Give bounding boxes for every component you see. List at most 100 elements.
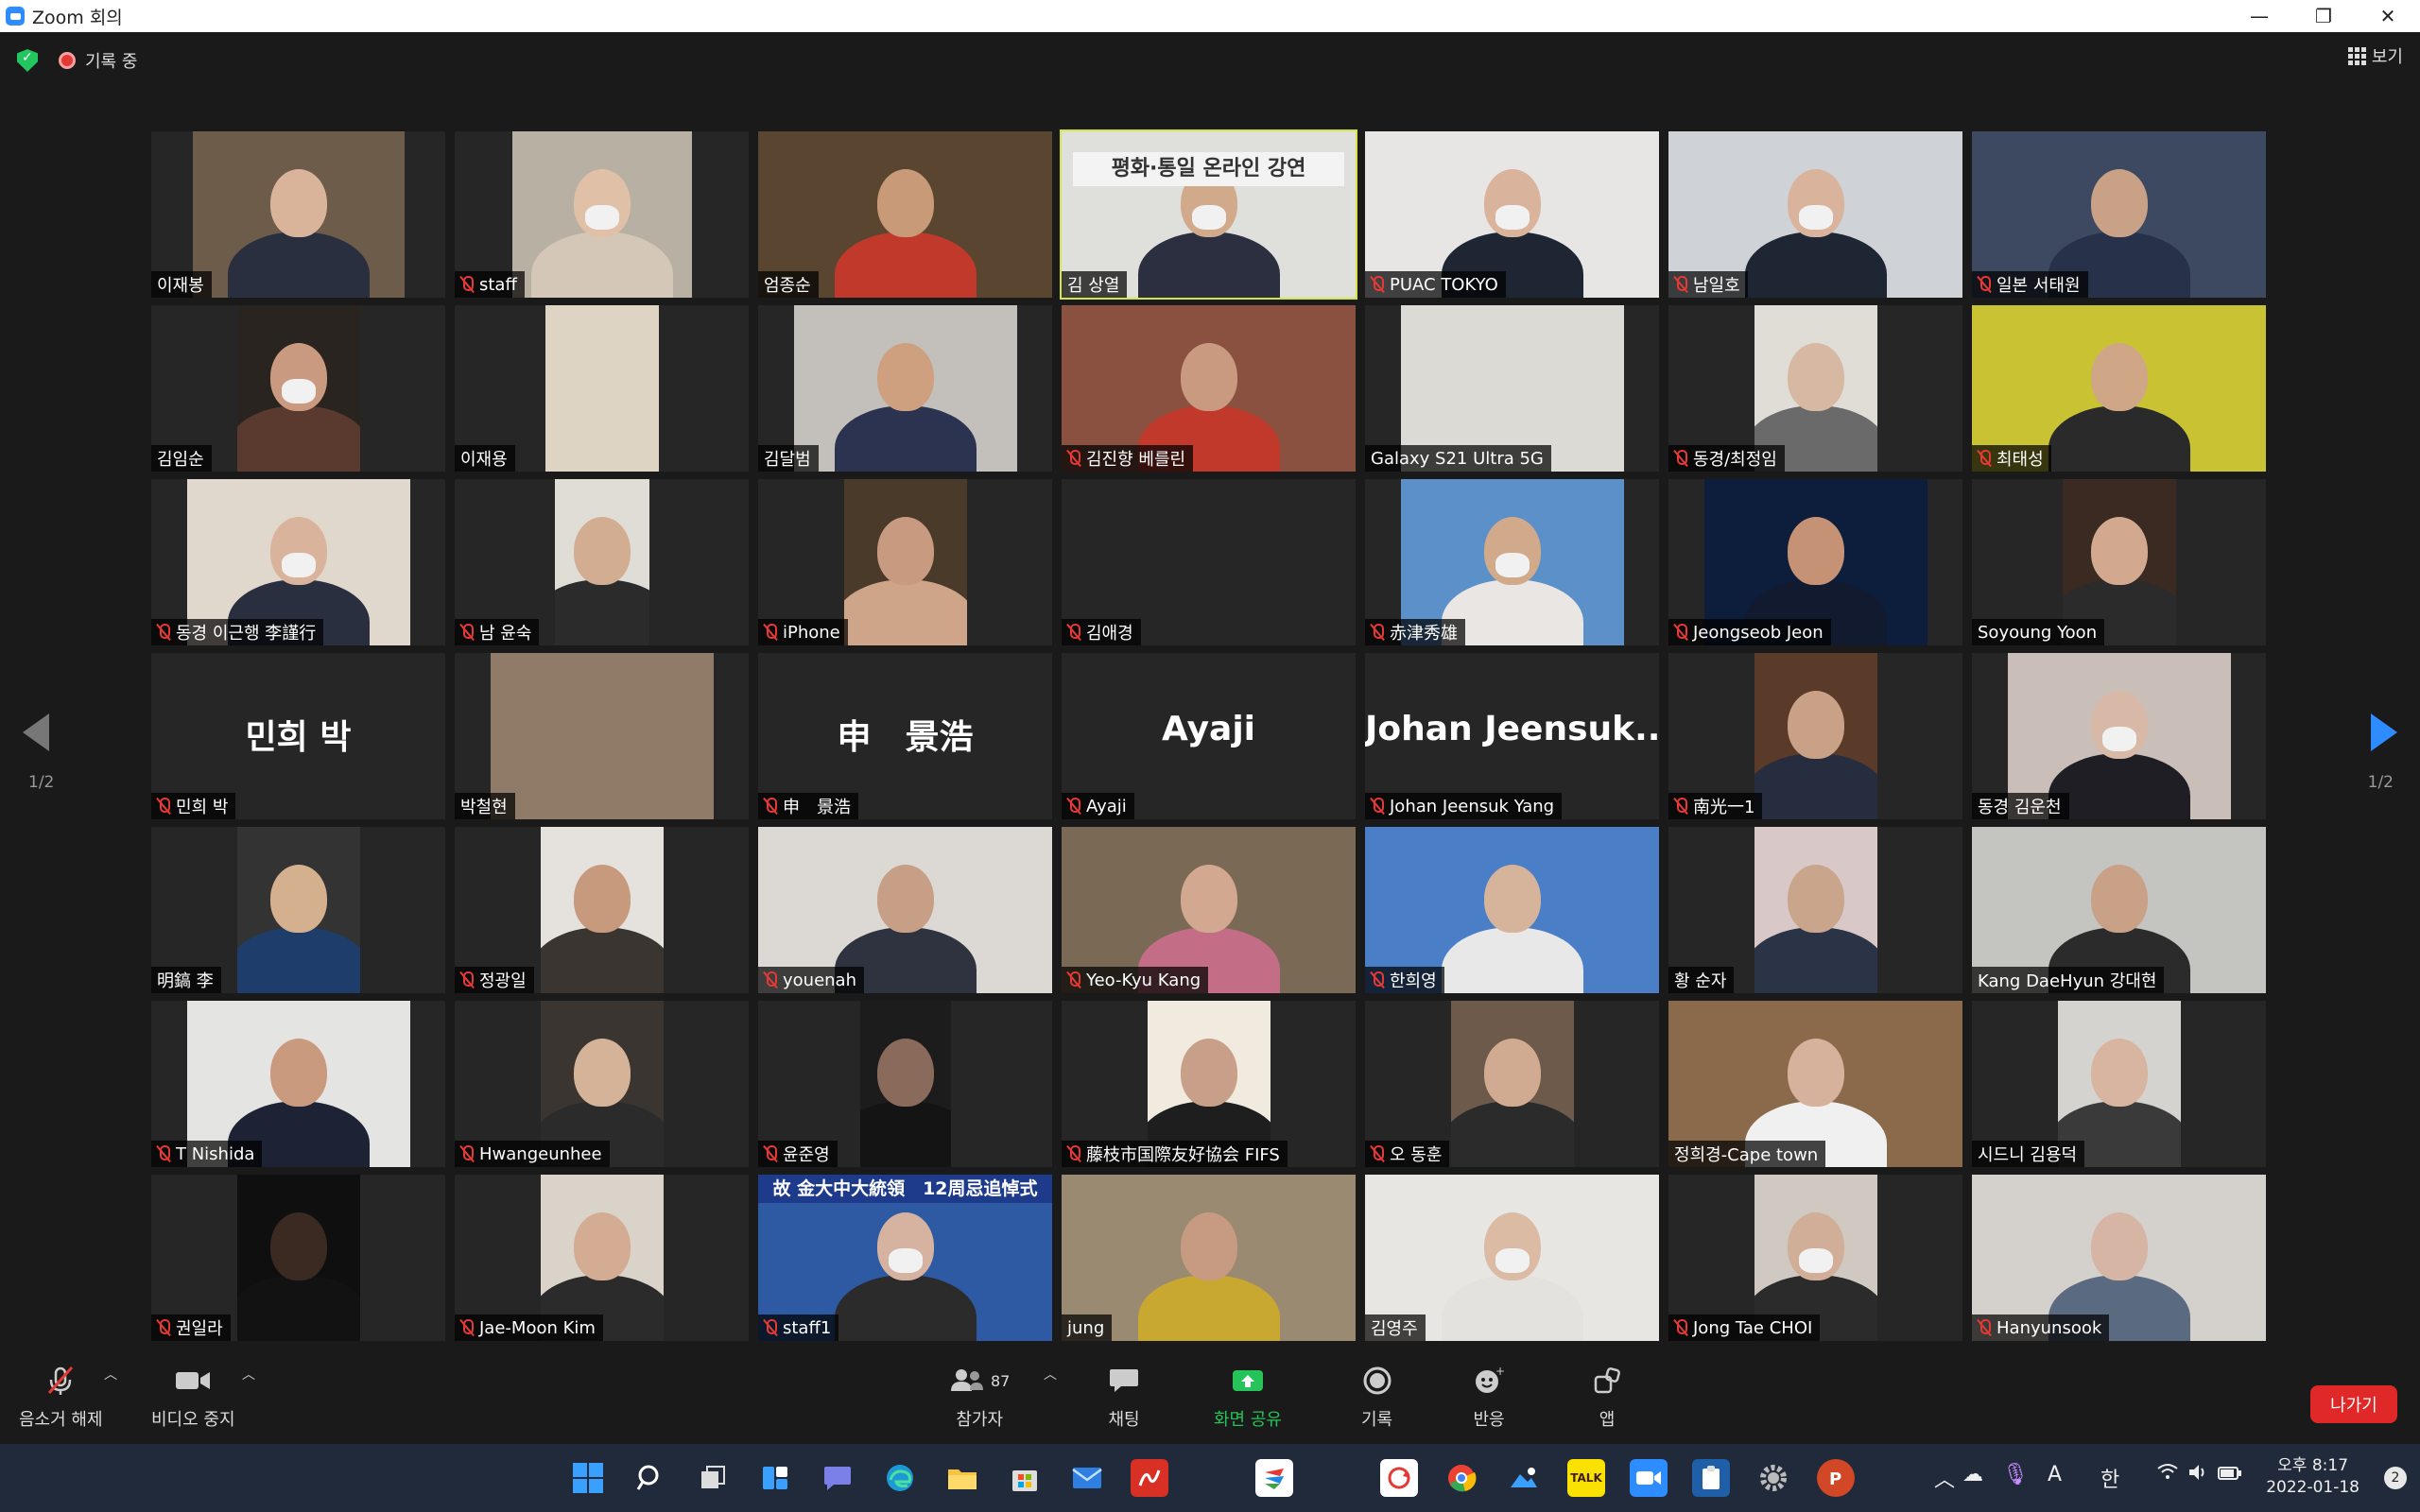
participant-tile[interactable]: jung: [1062, 1175, 1356, 1341]
participant-tile[interactable]: 평화·통일 온라인 강연 김 상열: [1060, 129, 1357, 300]
participant-tile[interactable]: Johan Jeensuk... Johan Jeensuk Yang: [1365, 653, 1659, 819]
participant-tile[interactable]: 황 순자: [1668, 827, 1962, 993]
participant-tile[interactable]: Jong Tae CHOI: [1668, 1175, 1962, 1341]
apps-button[interactable]: 앱: [1592, 1365, 1622, 1431]
chrome-icon[interactable]: [1443, 1459, 1480, 1497]
participant-tile[interactable]: 최태성: [1972, 305, 2266, 472]
system-clock[interactable]: 오후 8:17 2022-01-18: [2266, 1455, 2360, 1499]
participant-tile[interactable]: Hanyunsook: [1972, 1175, 2266, 1341]
unmute-button[interactable]: 음소거 해제: [19, 1365, 103, 1431]
participants-button[interactable]: 87 참가자: [949, 1365, 1010, 1431]
sync-app-icon[interactable]: [1380, 1459, 1418, 1497]
restore-button[interactable]: ❐: [2291, 0, 2356, 32]
onedrive-cloud-icon[interactable]: ☁: [1962, 1463, 1983, 1486]
notification-count-badge[interactable]: 2: [2384, 1467, 2407, 1489]
participant-tile[interactable]: Jeongseob Jeon: [1668, 479, 1962, 645]
participant-tile[interactable]: 민희 박 민희 박: [151, 653, 445, 819]
participant-tile[interactable]: Galaxy S21 Ultra 5G: [1365, 305, 1659, 472]
participant-tile[interactable]: PUAC TOKYO: [1365, 131, 1659, 298]
participant-tile[interactable]: 申 景浩申 景浩: [758, 653, 1052, 819]
mic-muted-icon: [460, 624, 474, 641]
participants-options-caret-icon[interactable]: ︿: [1044, 1365, 1057, 1383]
participant-tile[interactable]: 일본 서태원: [1972, 131, 2266, 298]
participant-tile[interactable]: 윤준영: [758, 1001, 1052, 1167]
edge-browser-icon[interactable]: [881, 1459, 919, 1497]
participant-tile[interactable]: Jae-Moon Kim: [455, 1175, 749, 1341]
participant-tile[interactable]: Kang DaeHyun 강대현: [1972, 827, 2266, 993]
participant-tile[interactable]: 박철현: [455, 653, 749, 819]
participant-tile[interactable]: Hwangeunhee: [455, 1001, 749, 1167]
volume-icon[interactable]: [2187, 1463, 2208, 1487]
participant-tile[interactable]: Ayaji Ayaji: [1062, 653, 1356, 819]
next-page-arrow-icon[interactable]: [2371, 713, 2397, 751]
participant-tile[interactable]: staff: [455, 131, 749, 298]
widgets-icon[interactable]: [756, 1459, 794, 1497]
participant-tile[interactable]: 동경 김운천: [1972, 653, 2266, 819]
participant-tile[interactable]: Soyoung Yoon: [1972, 479, 2266, 645]
share-screen-button[interactable]: 화면 공유: [1214, 1365, 1282, 1431]
video-options-caret-icon[interactable]: ︿: [242, 1365, 255, 1383]
participant-tile[interactable]: 藤枝市国際友好協会 FIFS: [1062, 1001, 1356, 1167]
mic-muted-icon: [157, 798, 170, 815]
task-view-icon[interactable]: [694, 1459, 732, 1497]
participant-tile[interactable]: 김영주: [1365, 1175, 1659, 1341]
microphone-tray-icon[interactable]: 🎙: [2002, 1463, 2029, 1486]
zoom-taskbar-icon[interactable]: [1630, 1459, 1668, 1497]
participant-tile[interactable]: 남 윤숙: [455, 479, 749, 645]
participant-tile[interactable]: 오 동훈: [1365, 1001, 1659, 1167]
settings-gear-icon[interactable]: [1754, 1459, 1792, 1497]
participant-tile[interactable]: 한희영: [1365, 827, 1659, 993]
participant-tile[interactable]: Yeo-Kyu Kang: [1062, 827, 1356, 993]
photos-icon[interactable]: [1505, 1459, 1543, 1497]
participant-tile[interactable]: T Nishida: [151, 1001, 445, 1167]
close-button[interactable]: ✕: [2356, 0, 2420, 32]
participant-tile[interactable]: 남일호: [1668, 131, 1962, 298]
participant-tile[interactable]: 赤津秀雄: [1365, 479, 1659, 645]
participant-tile[interactable]: 동경 이근행 李謹行: [151, 479, 445, 645]
participant-tile[interactable]: 정희경-Cape town: [1668, 1001, 1962, 1167]
windows-start-icon[interactable]: [569, 1459, 607, 1497]
participant-tile[interactable]: 故 金大中大統領 12周忌追悼式 staff1: [758, 1175, 1052, 1341]
ime-english-indicator[interactable]: A: [2048, 1463, 2062, 1486]
participant-tile[interactable]: 정광일: [455, 827, 749, 993]
participant-tile[interactable]: 김애경: [1062, 479, 1356, 645]
participant-tile[interactable]: youenah: [758, 827, 1052, 993]
wifi-icon[interactable]: [2157, 1463, 2178, 1485]
microsoft-store-icon[interactable]: [1006, 1459, 1044, 1497]
mail-icon[interactable]: [1068, 1459, 1106, 1497]
record-button[interactable]: 기록: [1361, 1365, 1392, 1431]
tray-overflow-chevron-icon[interactable]: ︿: [1934, 1463, 1955, 1493]
encryption-shield-icon[interactable]: [17, 49, 38, 72]
kakaotalk-icon[interactable]: TALK: [1567, 1459, 1605, 1497]
participant-tile[interactable]: 엄종순: [758, 131, 1052, 298]
participant-tile[interactable]: 김임순: [151, 305, 445, 472]
minimize-button[interactable]: —: [2227, 0, 2291, 32]
view-button[interactable]: 보기: [2347, 43, 2403, 68]
participant-tile[interactable]: 明鎬 李: [151, 827, 445, 993]
participant-tile[interactable]: 권일라: [151, 1175, 445, 1341]
participant-tile[interactable]: 동경/최정임: [1668, 305, 1962, 472]
pdf-reader-icon[interactable]: [1131, 1459, 1168, 1497]
chat-button[interactable]: 채팅: [1108, 1365, 1140, 1431]
previous-page-arrow-icon[interactable]: [23, 713, 49, 751]
audio-options-caret-icon[interactable]: ︿: [104, 1365, 117, 1383]
reactions-button[interactable]: + 반응: [1473, 1365, 1505, 1431]
stop-video-button[interactable]: 비디오 중지: [151, 1365, 235, 1431]
search-icon[interactable]: [631, 1459, 669, 1497]
ime-korean-indicator[interactable]: 한: [2100, 1463, 2119, 1493]
participant-tile[interactable]: 김진향 베를린: [1062, 305, 1356, 472]
powerpoint-icon[interactable]: P: [1817, 1459, 1855, 1497]
participant-tile[interactable]: 김달범: [758, 305, 1052, 472]
file-explorer-icon[interactable]: [943, 1459, 981, 1497]
clipboard-app-icon[interactable]: [1692, 1459, 1730, 1497]
recording-indicator[interactable]: 기록 중: [59, 46, 137, 75]
teams-chat-icon[interactable]: [819, 1459, 856, 1497]
colorful-app-icon[interactable]: [1255, 1459, 1293, 1497]
participant-tile[interactable]: 시드니 김용덕: [1972, 1001, 2266, 1167]
leave-button[interactable]: 나가기: [2310, 1385, 2397, 1423]
participant-tile[interactable]: 이재봉: [151, 131, 445, 298]
participant-tile[interactable]: 이재용: [455, 305, 749, 472]
participant-tile[interactable]: 南光一1: [1668, 653, 1962, 819]
participant-tile[interactable]: iPhone: [758, 479, 1052, 645]
battery-icon[interactable]: [2218, 1463, 2242, 1486]
